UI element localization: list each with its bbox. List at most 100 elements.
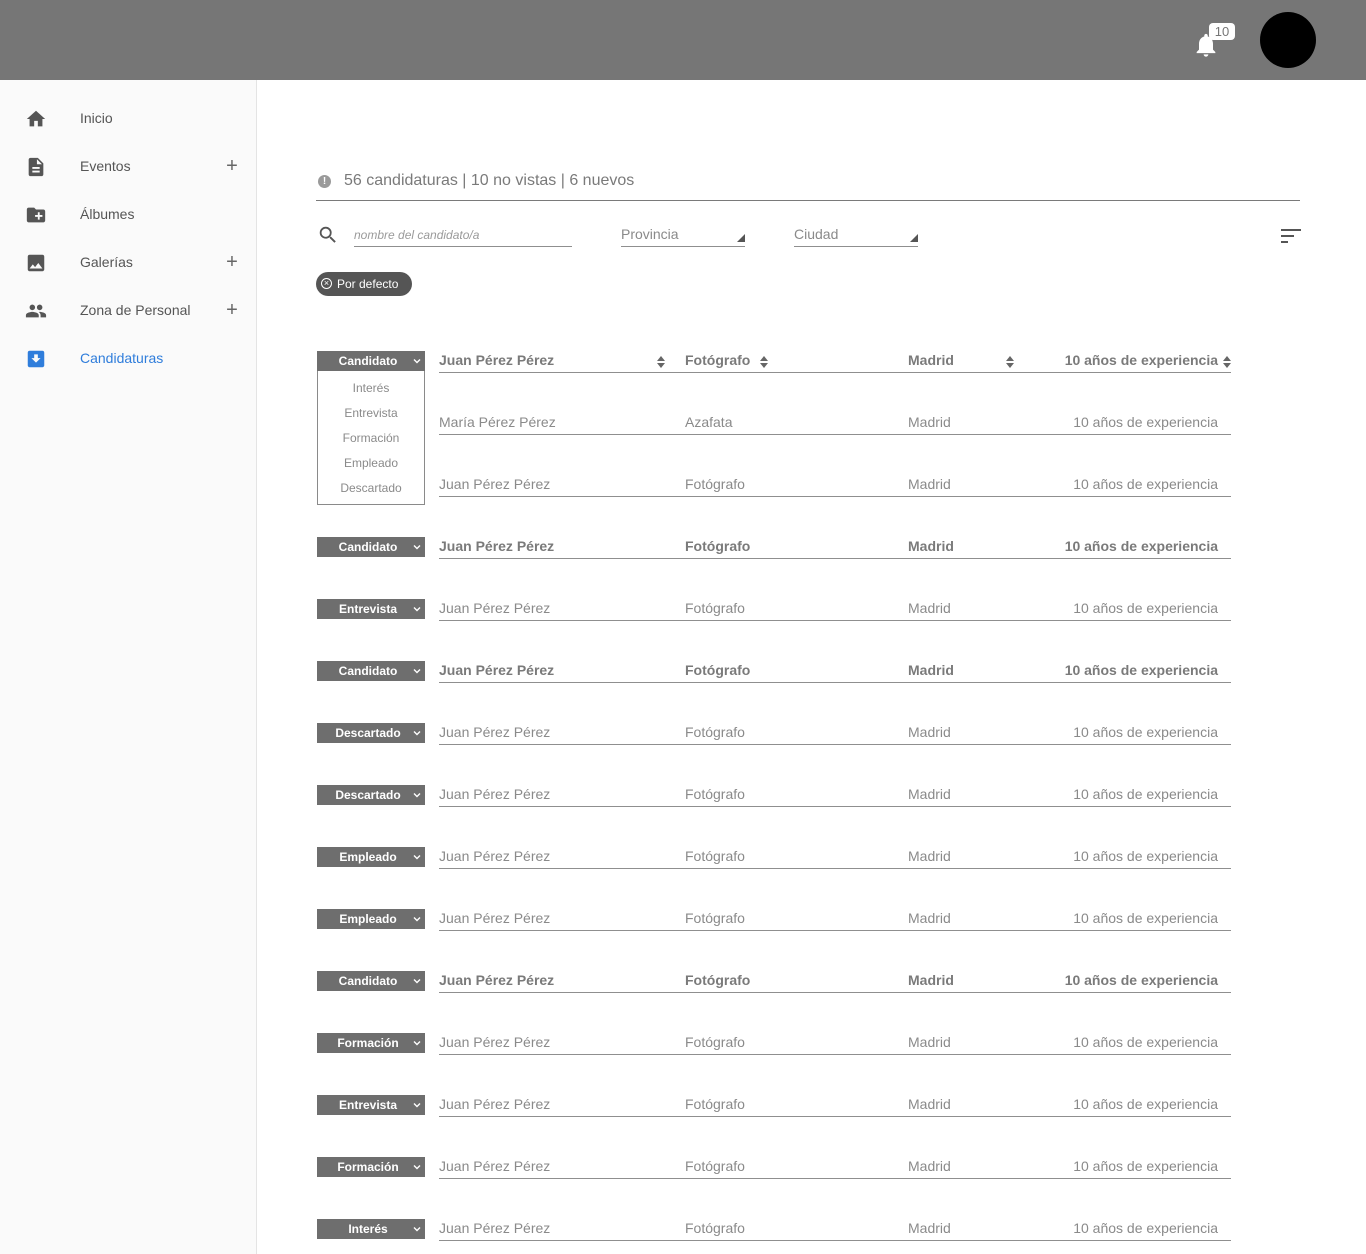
status-select[interactable]: Empleado — [317, 847, 425, 867]
sidebar-item-label: Eventos — [80, 158, 131, 174]
status-select[interactable]: Descartado — [317, 723, 425, 743]
add-personal-icon[interactable]: + — [222, 300, 242, 320]
search-icon[interactable] — [317, 224, 339, 246]
applications-summary: ! 56 candidaturas | 10 no vistas | 6 nue… — [316, 170, 1300, 201]
candidate-role: Azafata — [685, 414, 733, 430]
status-select[interactable]: Candidato — [317, 351, 425, 371]
sort-exp-icon[interactable] — [1223, 355, 1231, 368]
sidebar-item-eventos[interactable]: Eventos + — [0, 147, 256, 187]
add-evento-icon[interactable]: + — [222, 156, 242, 176]
candidate-name: Juan Pérez Pérez — [439, 1034, 551, 1050]
dropdown-option[interactable]: Formación — [318, 431, 424, 451]
document-icon — [28, 157, 44, 177]
sidebar-item-label: Inicio — [80, 110, 113, 126]
candidate-city: Madrid — [908, 786, 951, 802]
table-row[interactable]: Candidato Juan Pérez Pérez Fotógrafo Madrid… — [317, 971, 1231, 1001]
status-select[interactable]: Entrevista — [317, 599, 425, 619]
dropdown-option[interactable]: Empleado — [318, 456, 424, 476]
candidate-name: Juan Pérez Pérez — [439, 538, 555, 554]
table-row[interactable]: Juan Pérez Pérez Fotógrafo Madrid 10 años d… — [317, 475, 1231, 505]
table-row[interactable]: Formación Juan Pérez Pérez Fotógrafo Madrid… — [317, 1157, 1231, 1187]
dropdown-option[interactable]: Entrevista — [318, 406, 424, 426]
sort-icon[interactable] — [1281, 229, 1301, 243]
summary-text: 56 candidaturas | 10 no vistas | 6 nuevo… — [344, 172, 635, 189]
chevron-down-icon — [413, 979, 421, 984]
sidebar-item-albumes[interactable]: Álbumes — [0, 195, 256, 235]
status-select[interactable]: Formación — [317, 1033, 425, 1053]
candidate-name: Juan Pérez Pérez — [439, 662, 555, 678]
ciudad-select[interactable]: Ciudad — [794, 226, 918, 247]
row-divider — [439, 992, 1231, 993]
status-select[interactable]: Formación — [317, 1157, 425, 1177]
candidate-role: Fotógrafo — [685, 662, 751, 678]
status-label: Empleado — [339, 850, 397, 864]
table-row[interactable]: Empleado Juan Pérez Pérez Fotógrafo Madrid 1… — [317, 847, 1231, 877]
table-row[interactable]: Empleado Juan Pérez Pérez Fotógrafo Madrid 1… — [317, 909, 1231, 939]
dropdown-option[interactable]: Interés — [318, 381, 424, 401]
sidebar-item-candidaturas[interactable]: Candidaturas — [0, 339, 256, 379]
candidate-role: Fotógrafo — [685, 538, 751, 554]
status-select[interactable]: Candidato — [317, 537, 425, 557]
notification-badge: 10 — [1209, 23, 1235, 40]
provincia-select[interactable]: Provincia — [621, 226, 745, 247]
row-divider — [439, 868, 1231, 869]
sidebar-item-inicio[interactable]: Inicio — [0, 99, 256, 139]
candidate-role: Fotógrafo — [685, 786, 745, 802]
candidate-name: Juan Pérez Pérez — [439, 352, 555, 368]
candidate-city: Madrid — [908, 1220, 951, 1236]
status-select[interactable]: Interés — [317, 1219, 425, 1239]
row-divider — [439, 434, 1231, 435]
row-divider — [439, 930, 1231, 931]
candidate-city: Madrid — [908, 476, 951, 492]
candidate-experience: 10 años de experiencia — [1064, 972, 1218, 988]
add-galeria-icon[interactable]: + — [222, 252, 242, 272]
table-row[interactable]: Descartado Juan Pérez Pérez Fotógrafo Madri… — [317, 785, 1231, 815]
user-avatar[interactable] — [1260, 12, 1316, 68]
candidate-city: Madrid — [908, 414, 951, 430]
status-select[interactable]: Empleado — [317, 909, 425, 929]
table-row[interactable]: Formación Juan Pérez Pérez Fotógrafo Madrid… — [317, 1033, 1231, 1063]
status-select[interactable]: Candidato — [317, 661, 425, 681]
candidate-experience: 10 años de experiencia — [1073, 1158, 1218, 1174]
candidate-search-input[interactable] — [354, 224, 572, 247]
remove-chip-icon[interactable]: × — [321, 278, 332, 289]
sidebar-item-zona-de-personal[interactable]: Zona de Personal + — [0, 291, 256, 331]
status-select[interactable]: Candidato — [317, 971, 425, 991]
row-divider — [439, 558, 1231, 559]
candidate-city: Madrid — [908, 352, 954, 368]
candidate-role: Fotógrafo — [685, 1158, 745, 1174]
status-label: Candidato — [338, 974, 398, 988]
status-select[interactable]: Descartado — [317, 785, 425, 805]
row-divider — [439, 372, 1231, 373]
table-row[interactable]: Descartado Juan Pérez Pérez Fotógrafo Madri… — [317, 723, 1231, 753]
chevron-down-icon — [413, 731, 421, 736]
candidate-city: Madrid — [908, 1096, 951, 1112]
candidate-city: Madrid — [908, 910, 951, 926]
table-row[interactable]: Candidato Juan Pérez Pérez Fotógrafo Madrid… — [317, 351, 1231, 381]
table-row[interactable]: María Pérez Pérez Azafata Madrid 10 años de… — [317, 413, 1231, 443]
sort-role-icon[interactable] — [760, 355, 768, 368]
candidate-city: Madrid — [908, 1034, 951, 1050]
people-icon — [25, 304, 47, 318]
candidate-experience: 10 años de experiencia — [1064, 352, 1218, 368]
dropdown-option[interactable]: Descartado — [318, 481, 424, 501]
candidate-role: Fotógrafo — [685, 352, 751, 368]
status-select[interactable]: Entrevista — [317, 1095, 425, 1115]
table-row[interactable]: Entrevista Juan Pérez Pérez Fotógrafo Madri… — [317, 599, 1231, 629]
row-divider — [439, 1116, 1231, 1117]
table-row[interactable]: Candidato Juan Pérez Pérez Fotógrafo Madrid… — [317, 537, 1231, 567]
chip-label: Por defecto — [337, 277, 399, 291]
row-divider — [439, 496, 1231, 497]
table-row[interactable]: Entrevista Juan Pérez Pérez Fotógrafo Madri… — [317, 1095, 1231, 1125]
candidate-role: Fotógrafo — [685, 848, 745, 864]
table-row[interactable]: Interés Juan Pérez Pérez Fotógrafo Madrid 10… — [317, 1219, 1231, 1249]
table-row[interactable]: Candidato Juan Pérez Pérez Fotógrafo Madrid… — [317, 661, 1231, 691]
sidebar-item-galerias[interactable]: Galerías + — [0, 243, 256, 283]
candidate-experience: 10 años de experiencia — [1073, 476, 1218, 492]
filter-chip-default[interactable]: × Por defecto — [316, 272, 412, 296]
sort-name-icon[interactable] — [657, 355, 665, 368]
sort-city-icon[interactable] — [1006, 355, 1014, 368]
chevron-down-icon — [413, 545, 421, 550]
chevron-down-icon — [413, 1227, 421, 1232]
candidate-experience: 10 años de experiencia — [1073, 600, 1218, 616]
